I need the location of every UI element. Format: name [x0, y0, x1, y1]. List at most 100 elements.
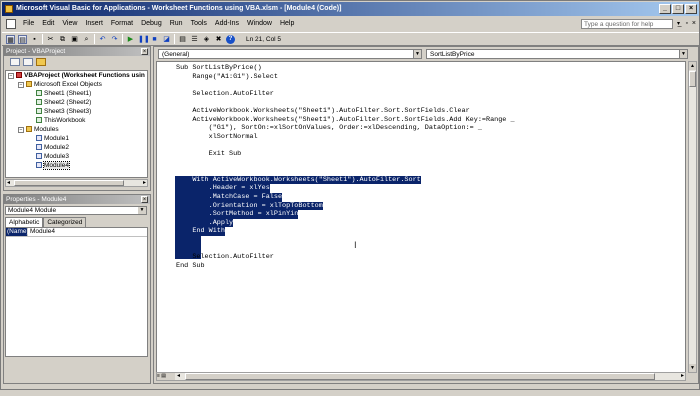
code-line-selected: .Header = xlYes — [176, 184, 270, 193]
tree-node-module2[interactable]: Module2 — [36, 144, 69, 152]
redo-icon[interactable]: ↷ — [110, 35, 119, 44]
object-combo[interactable]: (General) ▼ — [158, 49, 422, 59]
run-icon[interactable]: ▶ — [126, 35, 135, 44]
tree-node-sheet3[interactable]: Sheet3 (Sheet3) — [36, 108, 91, 116]
document-icon[interactable] — [6, 19, 16, 29]
help-icon[interactable]: ? — [226, 34, 235, 44]
object-browser-icon[interactable]: ◈ — [202, 35, 211, 44]
scroll-up-icon[interactable]: ▲ — [689, 62, 696, 70]
close-properties-pane-button[interactable]: × — [141, 196, 148, 203]
tab-categorized[interactable]: Categorized — [43, 217, 87, 227]
code-line: Exit Sub — [176, 150, 242, 158]
menu-window[interactable]: Window — [243, 17, 276, 31]
tree-label: Module3 — [44, 153, 69, 160]
scroll-left-icon[interactable]: ◂ — [7, 179, 10, 186]
tree-node-modules[interactable]: − Modules — [18, 126, 59, 134]
mdi-window-controls[interactable]: _ ▫ × — [678, 20, 697, 27]
toolbox-icon[interactable]: ✖ — [214, 35, 223, 44]
insert-module-icon[interactable]: ▤ — [18, 34, 27, 44]
code-line: Selection.AutoFilter — [176, 89, 274, 98]
cut-icon[interactable]: ✂ — [46, 35, 55, 44]
code-line-selected: End With — [176, 227, 225, 236]
close-button[interactable]: × — [685, 4, 697, 14]
menu-help[interactable]: Help — [276, 17, 298, 31]
menu-tools[interactable]: Tools — [187, 17, 211, 31]
scroll-thumb[interactable] — [689, 71, 696, 87]
code-line-selected: .MatchCase = False — [176, 193, 283, 202]
code-line: Selection.AutoFilter — [176, 253, 274, 262]
tab-alphabetic[interactable]: Alphabetic — [5, 217, 44, 227]
save-icon[interactable]: ▪ — [30, 35, 39, 44]
code-line-selected: .SortMethod = xlPinYin — [176, 210, 299, 219]
tree-node-excel-objects[interactable]: − Microsoft Excel Objects — [18, 81, 102, 89]
copy-icon[interactable]: ⧉ — [58, 35, 67, 44]
menu-edit[interactable]: Edit — [38, 17, 58, 31]
menu-run[interactable]: Run — [166, 17, 187, 31]
code-line-selected: .Orientation = xlTopToBottom — [176, 201, 323, 211]
menu-debug[interactable]: Debug — [137, 17, 166, 31]
chevron-down-icon[interactable]: ▼ — [138, 207, 146, 214]
menu-insert[interactable]: Insert — [81, 17, 107, 31]
chevron-down-icon[interactable]: ▼ — [413, 50, 421, 58]
code-editor[interactable]: Sub SortListByPrice() Range("A1:G1").Sel… — [156, 61, 686, 373]
tree-label: VBAProject (Worksheet Functions usin — [24, 72, 145, 79]
vba-project-icon — [16, 72, 22, 78]
toolbar-separator — [122, 34, 123, 44]
code-vscrollbar[interactable]: ▲ ▼ — [688, 61, 697, 373]
view-toggle-icons[interactable]: ≡ ▤ — [157, 373, 175, 380]
menu-view[interactable]: View — [58, 17, 81, 31]
tree-node-module4[interactable]: Module4 — [36, 161, 70, 170]
properties-object-select[interactable]: Module4 Module ▼ — [5, 206, 147, 215]
tree-node-vbaproject[interactable]: − VBAProject (Worksheet Functions usin — [8, 72, 145, 80]
property-value[interactable]: Module4 — [28, 228, 55, 236]
maximize-button[interactable]: □ — [672, 4, 684, 14]
cursor-position: Ln 21, Col 5 — [246, 35, 282, 43]
chevron-down-icon[interactable]: ▼ — [679, 50, 687, 58]
tree-node-sheet1[interactable]: Sheet1 (Sheet1) — [36, 90, 91, 98]
design-mode-icon[interactable]: ◪ — [162, 35, 171, 44]
object-combo-value: (General) — [162, 51, 190, 58]
tree-node-sheet2[interactable]: Sheet2 (Sheet2) — [36, 99, 91, 107]
menu-add-ins[interactable]: Add-Ins — [211, 17, 243, 31]
paste-icon[interactable]: ▣ — [70, 35, 79, 44]
properties-window-icon[interactable]: ☰ — [190, 35, 199, 44]
code-hscrollbar[interactable]: ≡ ▤ ◂ ▸ — [156, 372, 686, 381]
find-icon[interactable]: ⌕ — [82, 35, 91, 44]
tree-label: Microsoft Excel Objects — [34, 81, 102, 88]
toggle-folders-icon[interactable] — [36, 58, 46, 66]
close-project-pane-button[interactable]: × — [141, 48, 148, 55]
i-beam-cursor-icon: I — [354, 241, 357, 251]
project-explorer-icon[interactable]: ▤ — [178, 35, 187, 44]
menu-file[interactable]: File — [19, 17, 38, 31]
scroll-right-icon[interactable]: ▸ — [681, 372, 684, 379]
code-line: ActiveWorkbook.Worksheets("Sheet1").Auto… — [176, 107, 470, 115]
tree-label: Module4 — [43, 161, 70, 170]
collapse-icon[interactable]: − — [8, 73, 14, 79]
scroll-down-icon[interactable]: ▼ — [689, 364, 696, 372]
scroll-right-icon[interactable]: ▸ — [143, 179, 146, 186]
tree-node-thisworkbook[interactable]: ThisWorkbook — [36, 117, 85, 125]
view-object-icon[interactable] — [23, 58, 33, 66]
scroll-left-icon[interactable]: ◂ — [177, 372, 180, 379]
view-code-icon[interactable] — [10, 58, 20, 66]
procedure-combo[interactable]: SortListByPrice ▼ — [426, 49, 688, 59]
scroll-thumb[interactable] — [185, 373, 655, 380]
property-row[interactable]: (Name) Module4 — [6, 228, 147, 237]
scroll-thumb[interactable] — [14, 180, 124, 186]
break-icon[interactable]: ❚❚ — [138, 35, 150, 44]
project-pane-title-text: Project - VBAProject — [6, 48, 66, 55]
help-search-input[interactable]: Type a question for help — [581, 19, 673, 29]
undo-icon[interactable]: ↶ — [98, 35, 107, 44]
collapse-icon[interactable]: − — [18, 82, 24, 88]
reset-icon[interactable]: ■ — [150, 35, 159, 44]
toolbar-separator — [94, 34, 95, 44]
minimize-button[interactable]: _ — [659, 4, 671, 14]
view-excel-icon[interactable]: ▦ — [6, 34, 15, 44]
project-tree: − VBAProject (Worksheet Functions usin − M… — [5, 70, 148, 178]
project-tree-hscrollbar[interactable]: ◂ ▸ — [5, 179, 148, 187]
toolbar-separator — [42, 34, 43, 44]
tree-node-module3[interactable]: Module3 — [36, 153, 69, 161]
collapse-icon[interactable]: − — [18, 127, 24, 133]
menu-format[interactable]: Format — [107, 17, 137, 31]
tree-node-module1[interactable]: Module1 — [36, 135, 69, 143]
